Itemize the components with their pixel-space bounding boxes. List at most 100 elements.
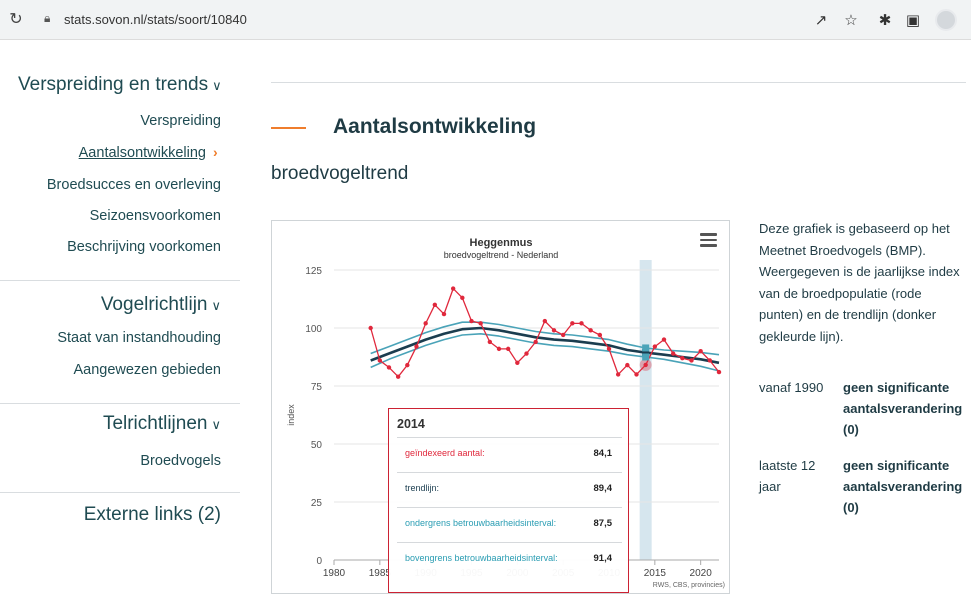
title-accent xyxy=(271,127,306,129)
y-tick-label: 25 xyxy=(311,498,323,509)
data-point xyxy=(652,344,658,349)
tooltip-row: bovengrens betrouwbaarheidsinterval: 91,… xyxy=(397,542,622,572)
tooltip-value: 87,5 xyxy=(593,518,613,529)
data-point xyxy=(515,360,520,365)
data-point xyxy=(615,372,621,377)
tooltip-value: 84,1 xyxy=(593,448,613,459)
address-bar[interactable]: 🔒︎ stats.sovon.nl/stats/soort/10840 xyxy=(36,7,916,33)
y-tick-label: 100 xyxy=(305,324,322,335)
x-tick-label: 2020 xyxy=(690,568,713,579)
data-point xyxy=(478,321,483,326)
x-tick-label: 2015 xyxy=(644,568,667,579)
data-point xyxy=(625,362,630,368)
chevron-down-icon[interactable]: ∨ xyxy=(211,298,221,313)
star-icon[interactable]: ☆ xyxy=(840,9,862,31)
data-point xyxy=(698,349,703,354)
tooltip-row: geïndexeerd aantal: 84,1 xyxy=(397,437,622,467)
data-point xyxy=(423,321,428,326)
section-subtitle: broedvogeltrend xyxy=(271,163,409,184)
chevron-down-icon[interactable]: ∨ xyxy=(211,417,221,432)
data-point xyxy=(505,346,511,352)
y-axis-label: index xyxy=(286,404,296,426)
sidebar-item-verspreiding[interactable]: Verspreiding xyxy=(140,113,221,129)
data-point xyxy=(405,362,410,368)
stat-value: geen significante aantalsverandering (0) xyxy=(843,380,963,437)
highlight-marker xyxy=(639,358,652,371)
tooltip-row: trendlijn: 89,4 xyxy=(397,472,622,502)
data-point xyxy=(597,332,603,338)
data-point xyxy=(395,374,401,379)
divider xyxy=(0,492,240,493)
sidepanel-icon[interactable]: ▣ xyxy=(902,9,924,31)
data-point xyxy=(716,369,722,375)
sidebar-item-broedvogels[interactable]: Broedvogels xyxy=(140,453,221,469)
data-point xyxy=(414,344,419,349)
data-point xyxy=(460,295,465,301)
tooltip-label: trendlijn: xyxy=(405,483,440,493)
data-point xyxy=(487,339,493,345)
highlight-marker xyxy=(642,353,650,361)
tooltip-year: 2014 xyxy=(397,417,425,431)
stat-label: vanaf 1990 xyxy=(759,380,824,395)
data-point xyxy=(524,351,529,356)
divider xyxy=(0,280,240,281)
highlight-band xyxy=(639,260,652,560)
y-tick-label: 125 xyxy=(305,266,322,277)
chart-title: Heggenmus xyxy=(470,237,533,249)
data-point xyxy=(377,358,383,363)
sidebar-item-aangewezen[interactable]: Aangewezen gebieden xyxy=(73,362,221,378)
data-point xyxy=(368,325,373,331)
tooltip-label: bovengrens betrouwbaarheidsinterval: xyxy=(405,553,558,563)
chevron-down-icon[interactable]: ∨ xyxy=(212,78,222,93)
chart-credits: RWS, CBS, provincies) xyxy=(653,582,725,589)
section-title-telrichtlijnen[interactable]: Telrichtlijnen ∨ xyxy=(103,413,221,435)
data-point xyxy=(441,311,447,317)
y-tick-label: 0 xyxy=(316,556,322,567)
data-point xyxy=(670,351,676,356)
chart-tooltip: 2014 geïndexeerd aantal: 84,1 trendlijn:… xyxy=(388,408,629,593)
section-title-verspreiding[interactable]: Verspreiding en trends ∨ xyxy=(18,74,222,96)
tooltip-label: ondergrens betrouwbaarheidsinterval: xyxy=(405,518,557,528)
data-point xyxy=(533,339,538,345)
share-icon[interactable]: ↗ xyxy=(810,9,832,31)
data-point xyxy=(606,346,612,352)
url-text[interactable]: stats.sovon.nl/stats/soort/10840 xyxy=(64,12,247,27)
browser-toolbar: ↻ 🔒︎ stats.sovon.nl/stats/soort/10840 ↗ … xyxy=(0,0,971,40)
reload-icon[interactable]: ↻ xyxy=(6,9,26,29)
chart-subtitle: broedvogeltrend - Nederland xyxy=(444,250,559,260)
data-point xyxy=(542,318,548,324)
sidebar-item-aantalsontwikkeling[interactable]: Aantalsontwikkeling xyxy=(79,145,206,161)
data-point xyxy=(570,321,575,326)
data-point xyxy=(560,332,566,338)
section-title-vogelrichtlijn[interactable]: Vogelrichtlijn ∨ xyxy=(101,294,221,316)
tooltip-value: 91,4 xyxy=(593,553,613,564)
chevron-right-icon: › xyxy=(213,144,218,160)
avatar[interactable] xyxy=(935,9,957,31)
tooltip-row: ondergrens betrouwbaarheidsinterval: 87,… xyxy=(397,507,622,537)
y-tick-label: 50 xyxy=(311,440,323,451)
sidebar-item-beschrijving[interactable]: Beschrijving voorkomen xyxy=(67,239,221,255)
puzzle-icon[interactable]: ✱ xyxy=(874,9,896,31)
data-point xyxy=(579,321,584,326)
sidebar-item-broedsucces[interactable]: Broedsucces en overleving xyxy=(47,177,221,193)
data-point xyxy=(661,337,667,342)
tooltip-value: 89,4 xyxy=(593,483,613,494)
lock-icon[interactable]: 🔒︎ xyxy=(44,11,50,26)
tooltip-label: geïndexeerd aantal: xyxy=(405,448,485,458)
x-tick-label: 1980 xyxy=(323,568,346,579)
data-point xyxy=(496,346,502,352)
data-point xyxy=(588,328,593,333)
stat-label: laatste 12 jaar xyxy=(759,458,816,494)
data-point xyxy=(689,358,694,363)
data-point xyxy=(432,302,438,307)
data-point xyxy=(386,365,392,370)
stat-value: geen significante aantalsverandering (0) xyxy=(843,458,963,515)
external-links[interactable]: Externe links (2) xyxy=(84,504,221,526)
sidebar-item-seizoensvoorkomen[interactable]: Seizoensvoorkomen xyxy=(90,208,221,224)
menu-icon[interactable] xyxy=(700,233,717,247)
sidebar-item-staat[interactable]: Staat van instandhouding xyxy=(57,330,221,346)
divider xyxy=(271,82,966,83)
data-point xyxy=(680,355,685,361)
data-point xyxy=(469,318,474,324)
sidebar: Verspreiding en trends ∨ Verspreiding Aan… xyxy=(0,40,240,614)
